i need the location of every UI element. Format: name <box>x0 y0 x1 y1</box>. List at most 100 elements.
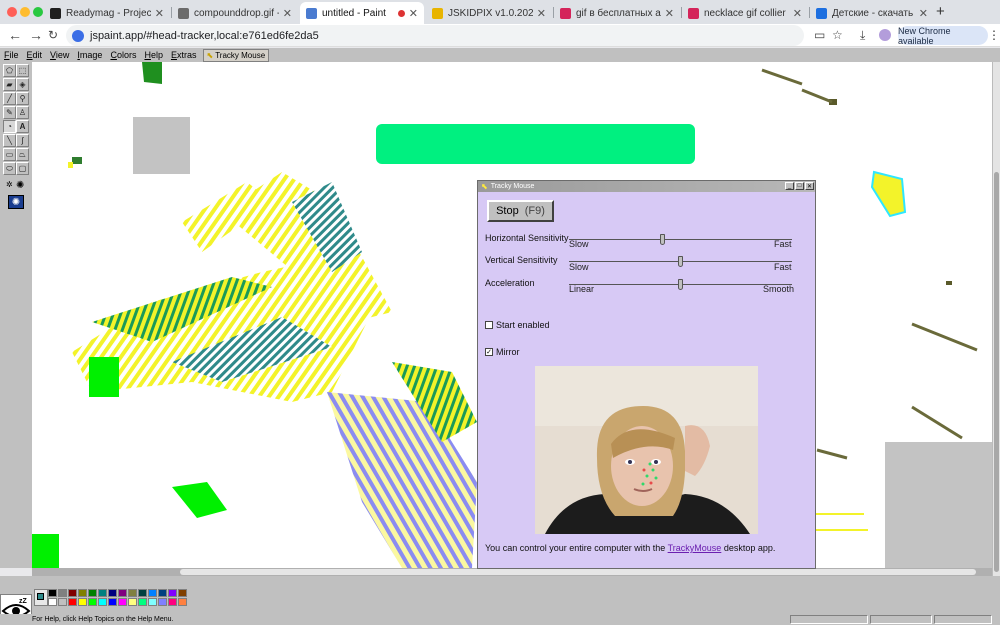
start-enabled-checkbox[interactable] <box>485 321 493 329</box>
stop-button[interactable]: Stop (F9) <box>487 200 554 222</box>
browser-tab-active[interactable]: untitled - Paint ✕ <box>300 2 424 24</box>
palette-swatch[interactable] <box>108 598 117 606</box>
menu-extras[interactable]: Extras <box>167 50 201 60</box>
new-tab-button[interactable]: + <box>936 3 945 20</box>
palette-swatch[interactable] <box>88 589 97 597</box>
palette-swatch[interactable] <box>48 589 57 597</box>
palette-swatch[interactable] <box>108 589 117 597</box>
current-colors-selector[interactable] <box>34 589 48 606</box>
vertical-sensitivity-thumb[interactable] <box>677 256 683 267</box>
tab-close-icon[interactable]: ✕ <box>409 7 418 20</box>
forward-arrow-icon[interactable]: → <box>29 27 43 43</box>
free-select-tool-icon[interactable]: ⬠ <box>3 64 16 77</box>
rectangle-tool-icon[interactable]: ▭ <box>3 148 16 161</box>
palette-swatch[interactable] <box>178 589 187 597</box>
menu-colors[interactable]: Colors <box>106 50 140 60</box>
url-text[interactable]: jspaint.app/#head-tracker,local:e761ed6f… <box>90 30 319 42</box>
palette-swatch[interactable] <box>138 589 147 597</box>
tab-close-icon[interactable]: ✕ <box>283 7 292 20</box>
rounded-rectangle-tool-icon[interactable]: ▢ <box>16 162 29 175</box>
browser-tab[interactable]: necklace gif collier bijou - t ✕ <box>682 2 808 24</box>
palette-swatch[interactable] <box>68 589 77 597</box>
minimize-icon[interactable]: _ <box>785 182 794 190</box>
palette-swatch[interactable] <box>128 589 137 597</box>
tracky-mouse-menu-button[interactable]: ⬉ Tracky Mouse <box>202 48 270 62</box>
mirror-checkbox[interactable]: ✓ <box>485 348 493 356</box>
back-arrow-icon[interactable]: ← <box>8 27 22 43</box>
rect-select-tool-icon[interactable]: ⬚ <box>16 64 29 77</box>
tab-close-icon[interactable]: ✕ <box>665 7 674 20</box>
airbrush-tool-icon[interactable]: ◔ <box>3 120 16 133</box>
cast-icon[interactable]: ▭ <box>814 28 825 42</box>
palette-swatch[interactable] <box>48 598 57 606</box>
chrome-menu-icon[interactable]: ⋮ <box>988 28 1000 42</box>
site-info-icon[interactable] <box>72 29 84 42</box>
palette-swatch[interactable] <box>148 589 157 597</box>
bookmark-star-icon[interactable]: ☆ <box>832 28 843 42</box>
brush-tool-icon[interactable]: ♙ <box>16 106 29 119</box>
polygon-tool-icon[interactable]: ⏢ <box>16 148 29 161</box>
tab-close-icon[interactable]: ✕ <box>793 7 802 20</box>
menu-help[interactable]: Help <box>140 50 167 60</box>
palette-swatch[interactable] <box>168 589 177 597</box>
palette-swatch[interactable] <box>178 598 187 606</box>
pick-color-tool-icon[interactable]: ╱ <box>3 92 16 105</box>
browser-tab[interactable]: JSKIDPIX v1.0.2021 | JS Kid ✕ <box>426 2 552 24</box>
vertical-scrollbar[interactable] <box>992 62 1000 576</box>
menu-file[interactable]: File <box>0 50 23 60</box>
palette-swatch[interactable] <box>148 598 157 606</box>
reload-icon[interactable]: ↻ <box>48 28 58 42</box>
tab-close-icon[interactable]: ✕ <box>155 7 164 20</box>
download-icon[interactable]: ⤓ <box>860 28 865 43</box>
window-close-icon[interactable] <box>7 7 17 17</box>
horizontal-sensitivity-track[interactable] <box>569 239 792 240</box>
palette-swatch[interactable] <box>78 589 87 597</box>
palette-swatch[interactable] <box>168 598 177 606</box>
vertical-scrollbar-thumb[interactable] <box>994 172 999 572</box>
browser-tab[interactable]: Детские - скачать русски ✕ <box>810 2 934 24</box>
menu-image[interactable]: Image <box>73 50 106 60</box>
horizontal-scrollbar[interactable] <box>32 568 992 576</box>
window-minimize-icon[interactable] <box>20 7 30 17</box>
ellipse-tool-icon[interactable]: ⬭ <box>3 162 16 175</box>
palette-swatch[interactable] <box>98 598 107 606</box>
palette-swatch[interactable] <box>58 598 67 606</box>
horizontal-sensitivity-thumb[interactable] <box>659 234 665 245</box>
airbrush-size-small-icon[interactable]: ✲ <box>6 180 13 189</box>
line-tool-icon[interactable]: ╲ <box>3 134 16 147</box>
browser-tab[interactable]: gif в бесплатных анимиров ✕ <box>554 2 680 24</box>
menu-edit[interactable]: Edit <box>23 50 47 60</box>
palette-swatch[interactable] <box>128 598 137 606</box>
profile-avatar[interactable] <box>879 29 891 41</box>
browser-tab[interactable]: compounddrop.gif - Add eff ✕ <box>172 2 298 24</box>
airbrush-size-large-icon[interactable]: ✺ <box>8 195 24 209</box>
start-enabled-label[interactable]: Start enabled <box>496 320 550 330</box>
curve-tool-icon[interactable]: ∫ <box>16 134 29 147</box>
eraser-tool-icon[interactable]: ▰ <box>3 78 16 91</box>
maximize-icon[interactable]: □ <box>795 182 804 190</box>
magnifier-tool-icon[interactable]: ⚲ <box>16 92 29 105</box>
palette-swatch[interactable] <box>98 589 107 597</box>
palette-swatch[interactable] <box>58 589 67 597</box>
palette-swatch[interactable] <box>158 598 167 606</box>
palette-swatch[interactable] <box>78 598 87 606</box>
close-icon[interactable]: ✕ <box>805 182 814 190</box>
fill-tool-icon[interactable]: ◈ <box>16 78 29 91</box>
tab-close-icon[interactable]: ✕ <box>537 7 546 20</box>
menu-view[interactable]: View <box>46 50 73 60</box>
airbrush-size-medium-icon[interactable]: ✺ <box>16 180 24 191</box>
palette-swatch[interactable] <box>118 598 127 606</box>
mirror-label[interactable]: Mirror <box>496 347 520 357</box>
trackymouse-link[interactable]: TrackyMouse <box>668 543 722 553</box>
new-chrome-available-button[interactable]: New Chrome available <box>898 26 988 46</box>
palette-swatch[interactable] <box>88 598 97 606</box>
palette-swatch[interactable] <box>138 598 147 606</box>
horizontal-scrollbar-thumb[interactable] <box>180 569 976 575</box>
acceleration-thumb[interactable] <box>677 279 683 290</box>
tab-close-icon[interactable]: ✕ <box>919 7 928 20</box>
palette-swatch[interactable] <box>158 589 167 597</box>
tracky-window-titlebar[interactable]: ⬉ Tracky Mouse _ □ ✕ <box>478 181 815 192</box>
address-bar[interactable]: jspaint.app/#head-tracker,local:e761ed6f… <box>66 25 804 46</box>
pencil-tool-icon[interactable]: ✎ <box>3 106 16 119</box>
text-tool-icon[interactable]: A <box>16 120 29 133</box>
